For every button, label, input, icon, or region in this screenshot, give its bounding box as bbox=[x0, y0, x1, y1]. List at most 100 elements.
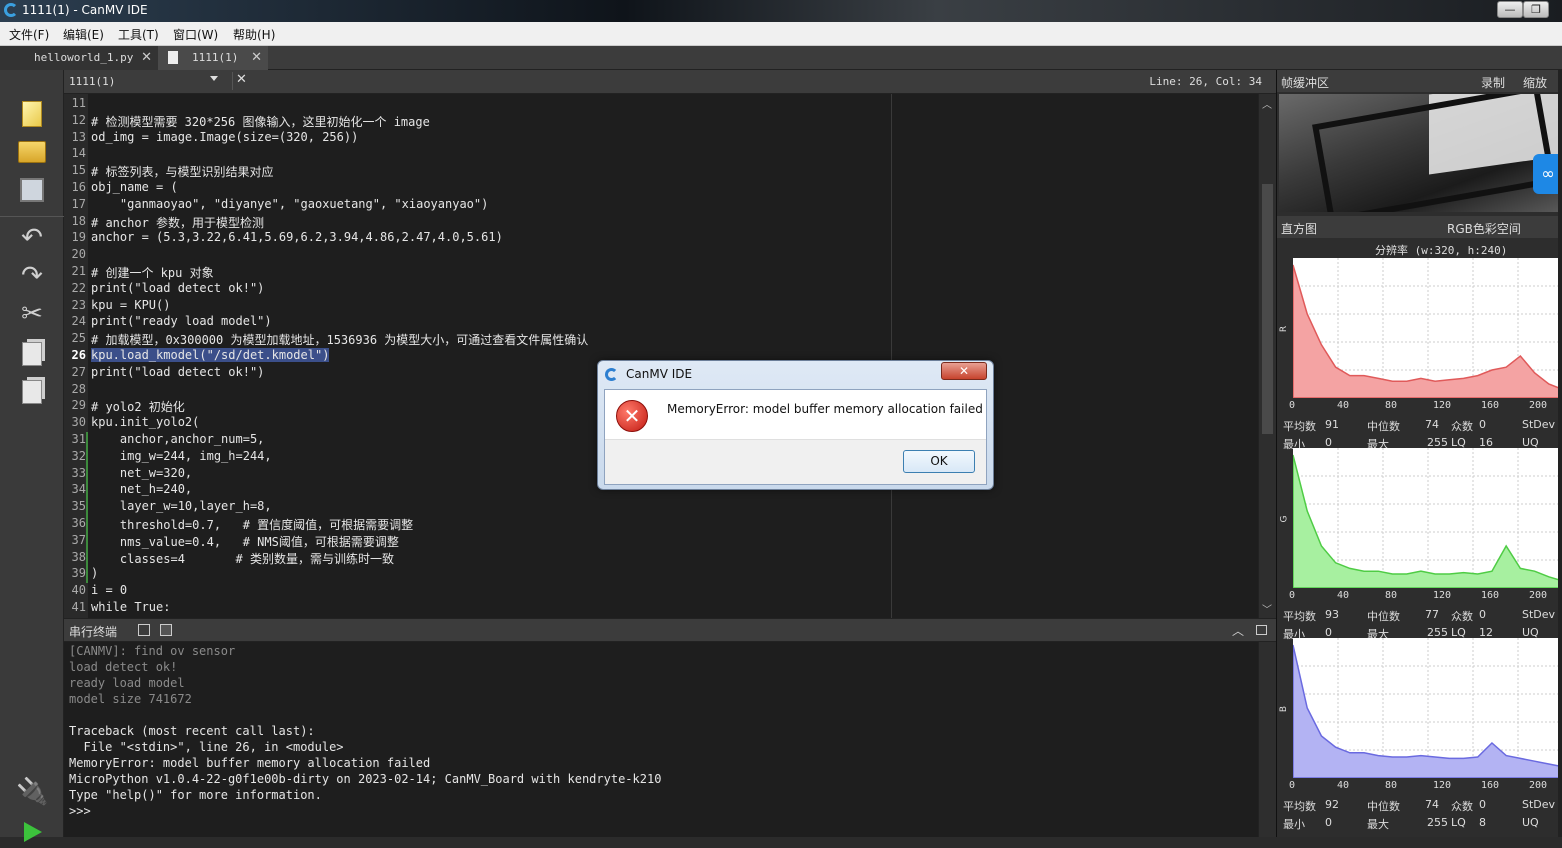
menu-tools[interactable]: 工具(T) bbox=[118, 26, 159, 43]
editor-scrollbar[interactable]: ︿ ﹀ bbox=[1258, 94, 1276, 618]
histogram-tick: 200 bbox=[1529, 780, 1548, 791]
save-button[interactable] bbox=[16, 174, 48, 206]
code-line: # 加载模型，0x300000 为模型加载地址，1536936 为模型大小，可通… bbox=[91, 333, 589, 348]
line-number: 16 bbox=[71, 180, 86, 194]
line-number: 21 bbox=[71, 264, 86, 278]
zoom-button[interactable]: 缩放 bbox=[1523, 74, 1547, 91]
tab-close-button[interactable]: ✕ bbox=[141, 46, 152, 70]
line-number: 14 bbox=[71, 146, 86, 161]
file-icon bbox=[168, 51, 178, 64]
histogram-tick: 200 bbox=[1529, 400, 1548, 411]
code-line: # anchor 参数，用于模型检测 bbox=[91, 215, 265, 230]
histogram-tick: 120 bbox=[1433, 780, 1452, 791]
tab-close-button[interactable]: ✕ bbox=[251, 46, 262, 70]
stat-std-l: StDev bbox=[1522, 608, 1556, 621]
line-number: 29 bbox=[71, 398, 86, 413]
framebuffer-header: 帧缓冲区 录制 缩放 bbox=[1277, 70, 1562, 92]
stat-lq-l: LQ bbox=[1451, 816, 1466, 829]
cut-button[interactable]: ✂ bbox=[16, 298, 48, 330]
code-line: print("ready load model") bbox=[91, 314, 272, 329]
code-line: print("load detect ok!") bbox=[91, 280, 265, 295]
stat-median: 74 bbox=[1425, 418, 1439, 431]
tab-helloworld[interactable]: helloworld_1.py ✕ bbox=[0, 46, 158, 70]
stat-uq-l: UQ bbox=[1522, 816, 1539, 829]
chevron-down-icon[interactable] bbox=[210, 76, 218, 81]
save-log-icon[interactable] bbox=[160, 624, 172, 636]
dock-icon[interactable] bbox=[1256, 625, 1267, 635]
framebuffer-label: 帧缓冲区 bbox=[1281, 76, 1330, 90]
terminal-scrollbar[interactable] bbox=[1258, 642, 1276, 837]
redo-button[interactable]: ↷ bbox=[16, 260, 48, 292]
change-marker bbox=[86, 448, 88, 584]
minimize-button[interactable]: — bbox=[1497, 1, 1523, 18]
terminal-line: MemoryError: model buffer memory allocat… bbox=[69, 756, 431, 770]
maximize-button[interactable]: ❐ bbox=[1523, 1, 1549, 18]
code-line: print("load detect ok!") bbox=[91, 364, 265, 379]
menu-edit[interactable]: 编辑(E) bbox=[63, 26, 104, 43]
copy-button[interactable] bbox=[16, 338, 48, 370]
paste-button[interactable] bbox=[16, 376, 48, 408]
line-number: 39 bbox=[71, 566, 86, 581]
export-icon[interactable] bbox=[138, 624, 150, 636]
line-number: 36 bbox=[71, 516, 86, 530]
stat-mean-l: 平均数 bbox=[1283, 800, 1316, 813]
tab-1111[interactable]: 1111(1) ✕ bbox=[158, 46, 268, 70]
line-number: 27 bbox=[71, 364, 86, 379]
code-editor[interactable]: # 检测模型需要 320*256 图像输入，这里初始化一个 image od_im… bbox=[88, 94, 1258, 618]
document-tabs: helloworld_1.py ✕ 1111(1) ✕ bbox=[0, 46, 1562, 70]
save-icon bbox=[20, 178, 44, 202]
code-line: "ganmaoyao", "diyanye", "gaoxuetang", "x… bbox=[91, 196, 489, 211]
record-button[interactable]: 录制 bbox=[1481, 74, 1505, 91]
stat-median-l: 中位数 bbox=[1367, 610, 1400, 623]
undo-button[interactable]: ↶ bbox=[16, 222, 48, 254]
connect-button[interactable]: 🔌 bbox=[16, 776, 48, 808]
stat-mean: 93 bbox=[1325, 608, 1339, 621]
stat-lq: 8 bbox=[1479, 816, 1486, 829]
colorspace-selector[interactable]: RGB色彩空间 bbox=[1447, 220, 1521, 237]
window-title: 1111(1) - CanMV IDE bbox=[22, 3, 148, 17]
scroll-up-icon[interactable]: ︿ bbox=[1262, 96, 1272, 111]
histogram-tick: 200 bbox=[1529, 590, 1548, 601]
serial-terminal[interactable]: [CANMV]: find ov sensor load detect ok! re… bbox=[64, 642, 1258, 837]
stat-std-l: StDev bbox=[1522, 798, 1556, 811]
histogram-axis-label: G bbox=[1279, 515, 1290, 523]
expand-icon[interactable]: ︿ bbox=[1232, 622, 1244, 639]
line-number: 34 bbox=[71, 482, 86, 497]
terminal-title: 串行终端 bbox=[69, 625, 118, 639]
open-file-button[interactable] bbox=[16, 136, 48, 168]
file-selector[interactable]: 1111(1) bbox=[66, 72, 226, 92]
dialog-body: ✕ MemoryError: model buffer memory alloc… bbox=[604, 389, 987, 485]
run-button[interactable] bbox=[16, 816, 48, 848]
code-line: net_h=240, bbox=[91, 482, 193, 497]
ok-button[interactable]: OK bbox=[903, 450, 975, 473]
stat-mode: 0 bbox=[1479, 608, 1486, 621]
new-file-button[interactable] bbox=[16, 98, 48, 130]
line-number: 25 bbox=[71, 331, 86, 346]
histogram-tick: 0 bbox=[1289, 780, 1296, 791]
scroll-thumb[interactable] bbox=[1262, 184, 1273, 434]
code-line: ) bbox=[91, 566, 99, 581]
line-number: 40 bbox=[71, 583, 86, 598]
terminal-line: File "<stdin>", line 26, in <module> bbox=[69, 740, 344, 754]
stat-median-l: 中位数 bbox=[1367, 800, 1400, 813]
menu-window[interactable]: 窗口(W) bbox=[173, 26, 218, 43]
menu-help[interactable]: 帮助(H) bbox=[233, 26, 275, 43]
close-editor-button[interactable]: ✕ bbox=[232, 72, 248, 90]
histogram-tick: 80 bbox=[1385, 590, 1398, 601]
right-scrollbar[interactable] bbox=[1558, 70, 1562, 837]
code-line: net_w=320, bbox=[91, 465, 193, 480]
tab-label: helloworld_1.py bbox=[34, 51, 134, 64]
scroll-down-icon[interactable]: ﹀ bbox=[1262, 601, 1272, 616]
line-number: 41 bbox=[71, 600, 86, 614]
copy-icon bbox=[22, 342, 42, 366]
dialog-close-button[interactable]: ✕ bbox=[941, 362, 987, 380]
title-bar: 1111(1) - CanMV IDE — ❐ bbox=[0, 0, 1562, 22]
right-panel: 帧缓冲区 录制 缩放 ∞ 直方图 RGB色彩空间 分辨率 (w:320, h:2… bbox=[1276, 70, 1562, 837]
line-number: 37 bbox=[71, 532, 86, 547]
stat-median: 74 bbox=[1425, 798, 1439, 811]
menu-file[interactable]: 文件(F) bbox=[9, 26, 49, 43]
histogram-tick: 80 bbox=[1385, 780, 1398, 791]
code-line: anchor,anchor_num=5, bbox=[91, 432, 265, 446]
framebuffer-image: ∞ bbox=[1279, 94, 1562, 212]
line-number: 17 bbox=[71, 196, 86, 211]
